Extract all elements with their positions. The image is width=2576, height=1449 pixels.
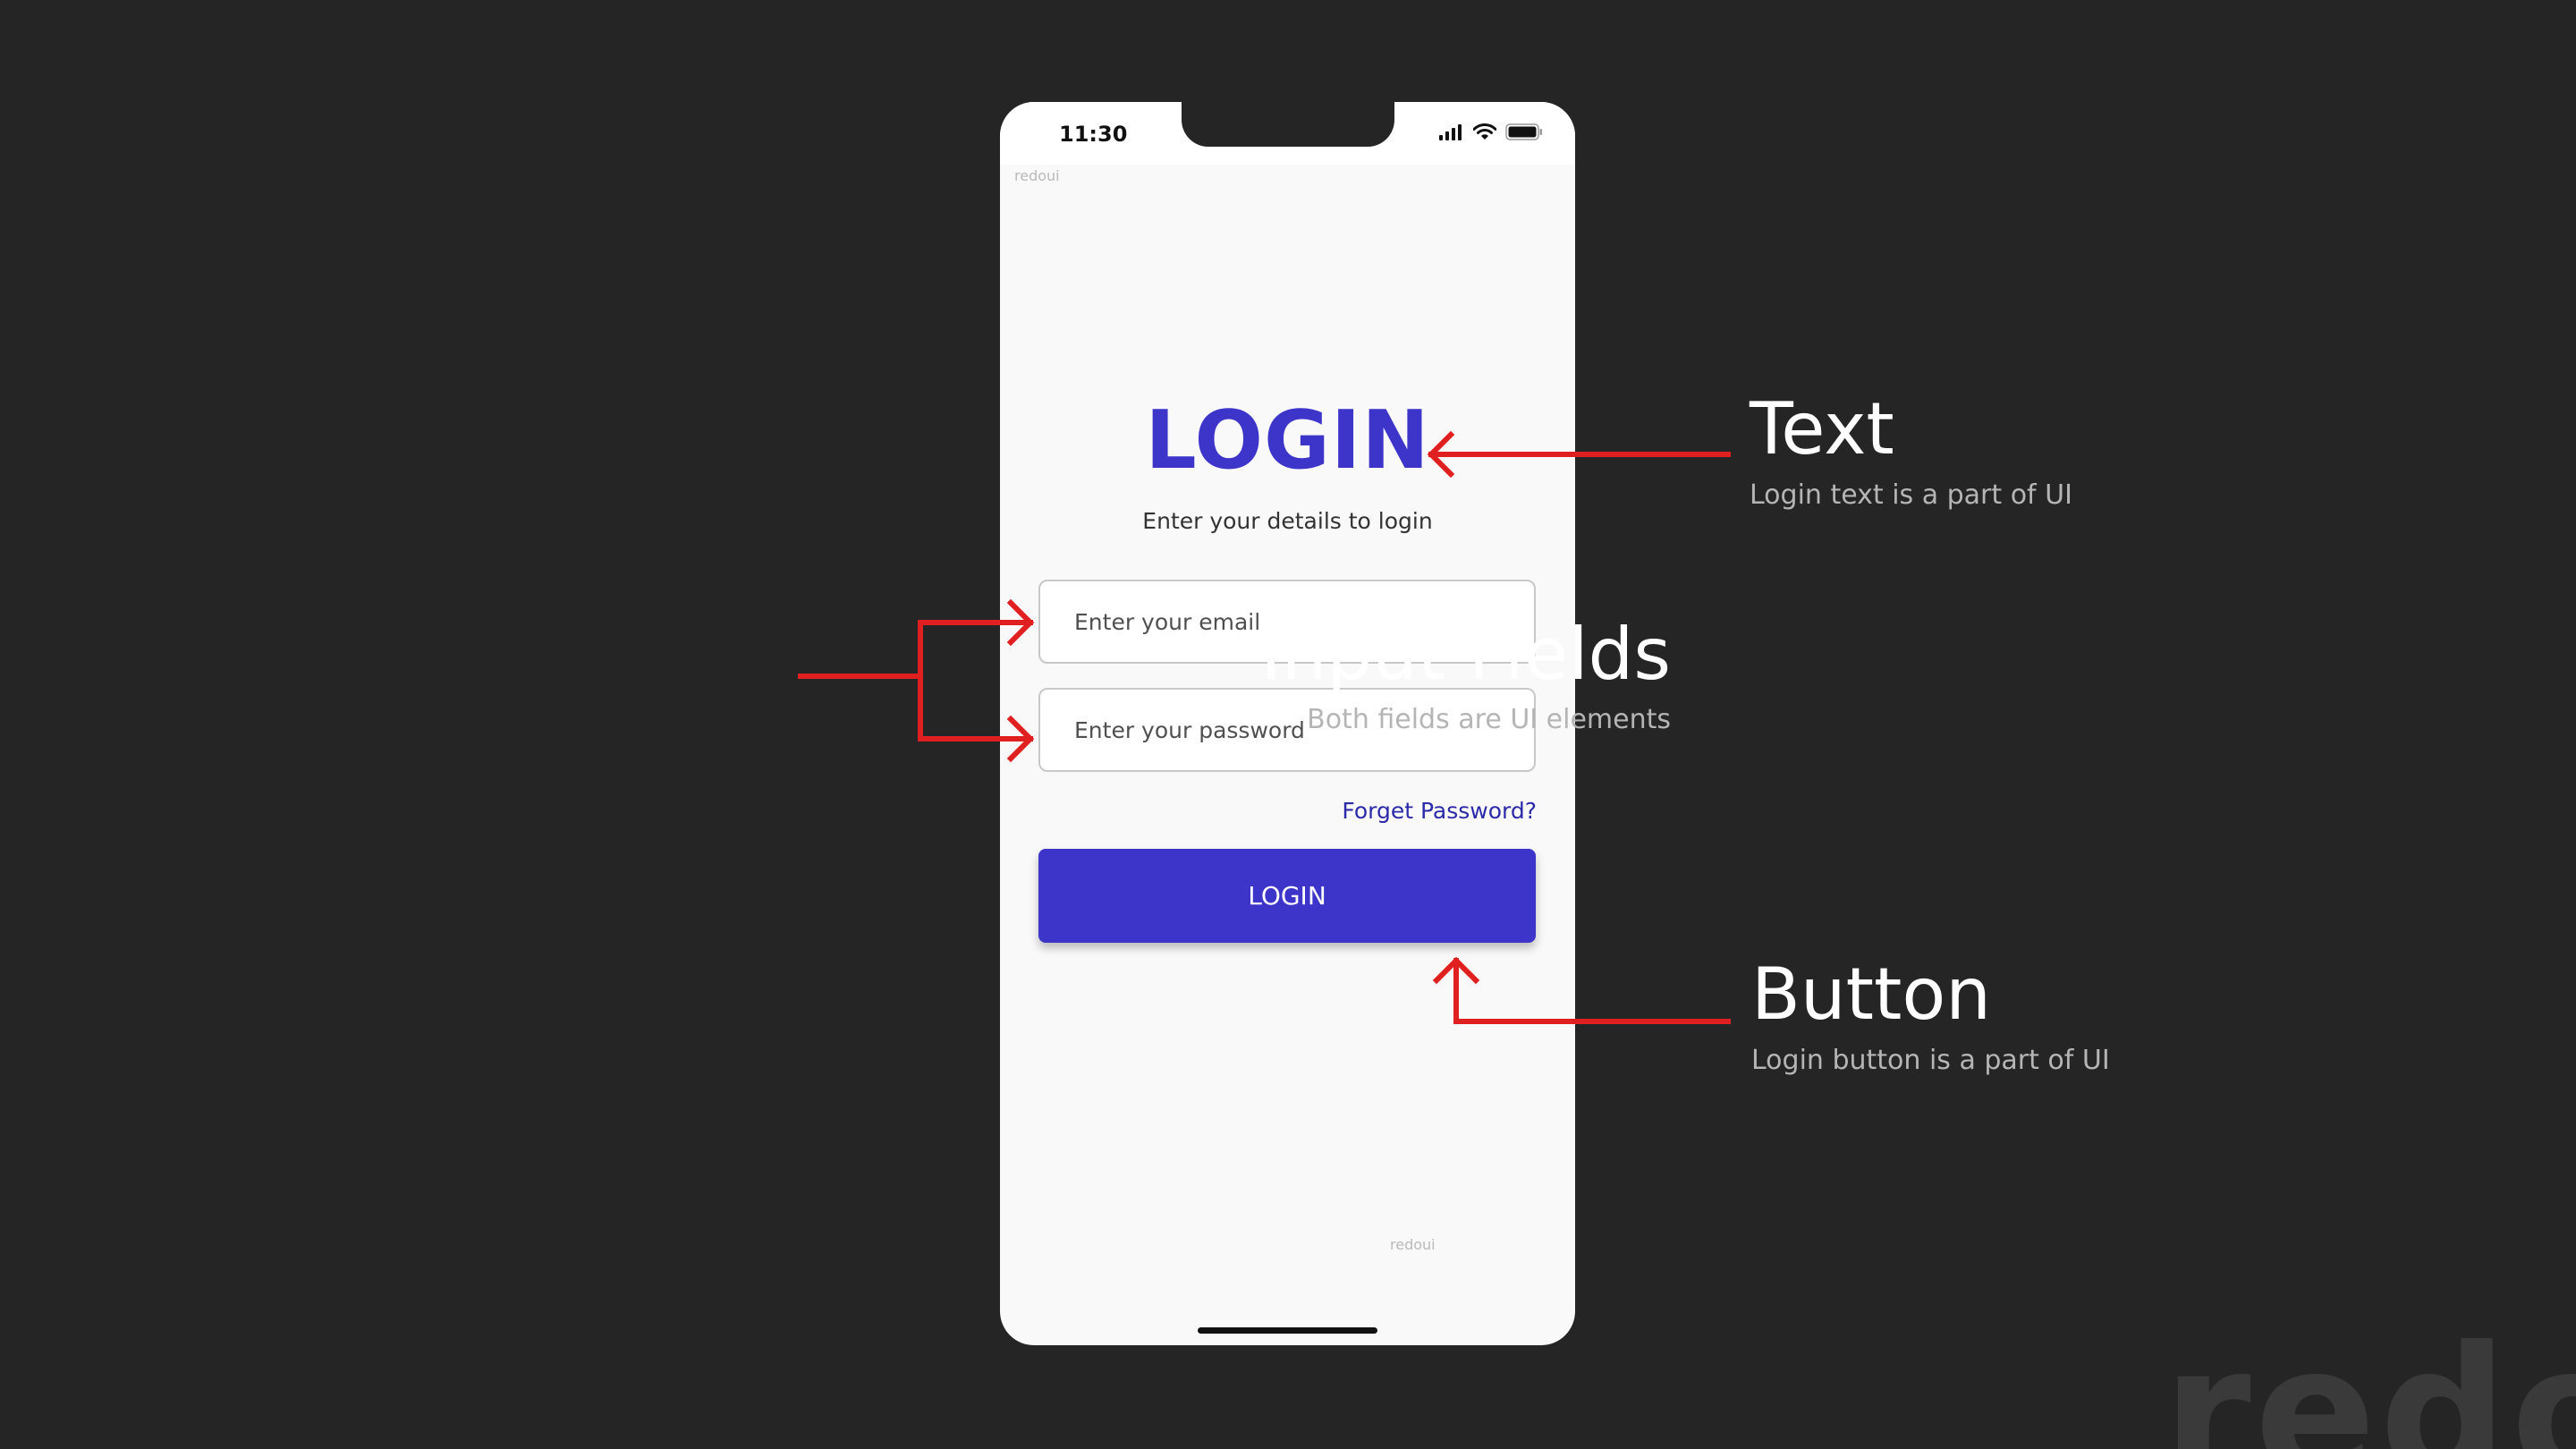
corner-watermark: redoui [2163, 1309, 2576, 1449]
annotation-text-title: Text [1750, 387, 1894, 470]
annotation-inputs-subtitle: Both fields are UI elements [1307, 704, 1671, 735]
annotation-button-subtitle: Login button is a part of UI [1751, 1045, 2110, 1076]
button-arrow [1453, 958, 1731, 1024]
canvas: 11:30 redoui LOGIN Enter your details to… [0, 0, 2576, 1449]
annotation-inputs-title: Input Fields [1260, 613, 1671, 696]
annotation-arrows [798, 430, 1731, 1024]
annotation-text-subtitle: Login text is a part of UI [1750, 479, 2072, 511]
annotation-button-title: Button [1751, 953, 1991, 1036]
